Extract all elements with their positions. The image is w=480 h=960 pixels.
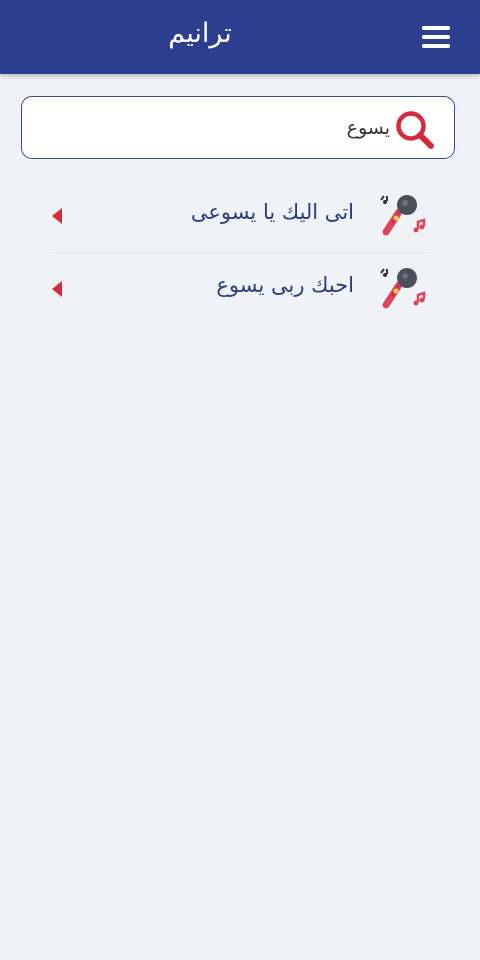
hamburger-menu-icon[interactable] bbox=[422, 26, 450, 48]
arrow-left-icon bbox=[52, 281, 62, 297]
microphone-icon bbox=[380, 195, 426, 236]
app-title: ترانيم bbox=[168, 18, 232, 49]
microphone-icon bbox=[380, 268, 426, 309]
search-icon[interactable] bbox=[394, 109, 436, 151]
song-item[interactable]: احبك ربى يسوع bbox=[50, 252, 430, 325]
song-list: اتى اليك يا يسوعى احبك ربى يسوع bbox=[50, 180, 430, 325]
song-item[interactable]: اتى اليك يا يسوعى bbox=[50, 180, 430, 252]
song-title: احبك ربى يسوع bbox=[216, 273, 354, 297]
song-title: اتى اليك يا يسوعى bbox=[190, 200, 354, 224]
search-input[interactable] bbox=[36, 109, 390, 147]
app-bar: ترانيم bbox=[0, 0, 480, 74]
arrow-left-icon bbox=[52, 208, 62, 224]
search-box bbox=[21, 96, 455, 159]
